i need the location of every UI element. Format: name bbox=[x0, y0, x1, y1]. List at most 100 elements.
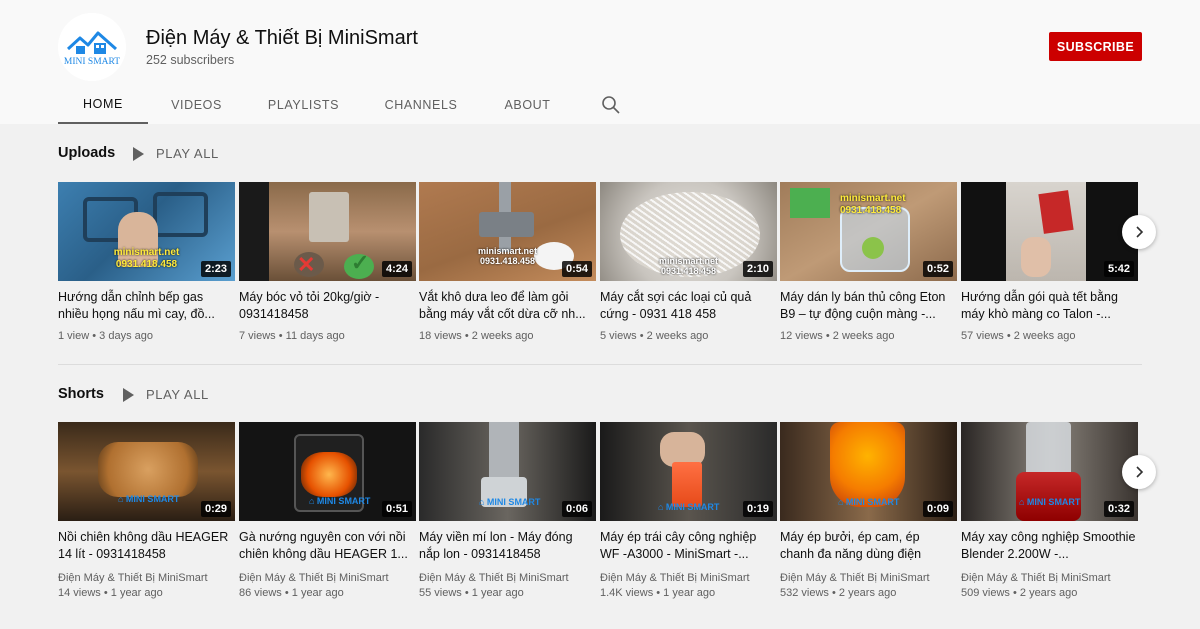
shorts-title: Shorts bbox=[58, 386, 104, 402]
tab-playlists[interactable]: PLAYLISTS bbox=[245, 86, 362, 124]
play-icon bbox=[123, 387, 134, 402]
video-thumbnail[interactable]: ⌂ MINI SMART 0:09 bbox=[780, 422, 957, 521]
video-thumbnail[interactable]: minismart.net 0931.418.458 2:10 bbox=[600, 182, 777, 281]
short-card[interactable]: ⌂ MINI SMART 0:06 Máy viền mí lon - Máy … bbox=[419, 422, 596, 601]
video-card[interactable]: 5:42 Hướng dẫn gói quà tết bằng máy khò … bbox=[961, 182, 1138, 344]
tab-home[interactable]: HOME bbox=[58, 86, 148, 124]
short-card[interactable]: ⌂ MINI SMART 0:32 Máy xay công nghiệp Sm… bbox=[961, 422, 1138, 601]
watermark-site: minismart.net bbox=[840, 193, 906, 204]
video-views: 1.4K views bbox=[600, 587, 654, 599]
video-card[interactable]: minismart.net 0931.418.458 2:10 Máy cắt … bbox=[600, 182, 777, 344]
video-duration: 4:24 bbox=[381, 261, 412, 277]
uploads-play-all[interactable]: PLAY ALL bbox=[133, 146, 219, 161]
video-card[interactable]: minismart.net 0931.418.458 0:54 Vắt khô … bbox=[419, 182, 596, 344]
logo-text: MINI SMART bbox=[64, 57, 120, 67]
video-views: 1 view bbox=[58, 330, 90, 342]
video-duration: 2:10 bbox=[742, 261, 773, 277]
video-meta: 12 views • 2 weeks ago bbox=[780, 330, 895, 342]
video-title[interactable]: Máy ép trái cây công nghiệp WF -A3000 - … bbox=[600, 529, 777, 563]
video-title[interactable]: Hướng dẫn gói quà tết bằng máy khò màng … bbox=[961, 289, 1138, 323]
video-age: 1 year ago bbox=[291, 587, 344, 599]
video-thumbnail[interactable]: ⌂ MINI SMART 0:29 bbox=[58, 422, 235, 521]
channel-name: Điện Máy & Thiết Bị MiniSmart bbox=[146, 27, 418, 49]
video-channel[interactable]: Điện Máy & Thiết Bị MiniSmart bbox=[600, 571, 777, 586]
video-title[interactable]: Máy viền mí lon - Máy đóng nắp lon - 093… bbox=[419, 529, 596, 563]
video-title[interactable]: Nồi chiên không dầu HEAGER 14 lít - 0931… bbox=[58, 529, 235, 563]
video-duration: 0:06 bbox=[561, 501, 592, 517]
video-channel[interactable]: Điện Máy & Thiết Bị MiniSmart bbox=[58, 571, 235, 586]
video-duration: 0:52 bbox=[922, 261, 953, 277]
video-card[interactable]: minismart.net 0931.418.458 2:23 Hướng dẫ… bbox=[58, 182, 235, 344]
video-views: 5 views bbox=[600, 330, 637, 342]
video-meta: 509 views • 2 years ago bbox=[961, 587, 1078, 599]
chevron-right-icon bbox=[1136, 226, 1144, 238]
video-title[interactable]: Máy dán ly bán thủ công Eton B9 – tự độn… bbox=[780, 289, 957, 323]
channel-header: MINI SMART Điện Máy & Thiết Bị MiniSmart… bbox=[0, 0, 1200, 124]
video-card[interactable]: ✕ ✓ 4:24 Máy bóc vỏ tỏi 20kg/giờ - 09314… bbox=[239, 182, 416, 344]
chevron-right-icon bbox=[1136, 466, 1144, 478]
uploads-next-button[interactable] bbox=[1122, 215, 1156, 249]
video-meta: 18 views • 2 weeks ago bbox=[419, 330, 534, 342]
video-views: 509 views bbox=[961, 587, 1010, 599]
video-duration: 0:51 bbox=[381, 501, 412, 517]
video-title[interactable]: Máy bóc vỏ tỏi 20kg/giờ - 0931418458 bbox=[239, 289, 416, 323]
play-all-label: PLAY ALL bbox=[146, 387, 209, 402]
video-thumbnail[interactable]: minismart.net 0931.418.458 0:54 bbox=[419, 182, 596, 281]
video-duration: 0:29 bbox=[200, 501, 231, 517]
video-channel[interactable]: Điện Máy & Thiết Bị MiniSmart bbox=[780, 571, 957, 586]
watermark-phone: 0931.418.458 bbox=[840, 205, 902, 216]
video-thumbnail[interactable]: ⌂ MINI SMART 0:19 bbox=[600, 422, 777, 521]
video-views: 18 views bbox=[419, 330, 462, 342]
video-meta: 14 views • 1 year ago bbox=[58, 587, 163, 599]
video-age: 2 weeks ago bbox=[471, 330, 534, 342]
short-card[interactable]: ⌂ MINI SMART 0:51 Gà nướng nguyên con vớ… bbox=[239, 422, 416, 601]
shorts-play-all[interactable]: PLAY ALL bbox=[123, 387, 209, 402]
video-thumbnail[interactable]: minismart.net 0931.418.458 0:52 bbox=[780, 182, 957, 281]
search-icon[interactable] bbox=[601, 95, 621, 115]
video-meta: 55 views • 1 year ago bbox=[419, 587, 524, 599]
video-meta: 1 view • 3 days ago bbox=[58, 330, 153, 342]
video-title[interactable]: Hướng dẫn chỉnh bếp gas nhiều họng nấu m… bbox=[58, 289, 235, 323]
video-views: 14 views bbox=[58, 587, 101, 599]
video-duration: 5:42 bbox=[1103, 261, 1134, 277]
video-channel[interactable]: Điện Máy & Thiết Bị MiniSmart bbox=[961, 571, 1138, 586]
video-title[interactable]: Máy cắt sợi các loại củ quả cứng - 0931 … bbox=[600, 289, 777, 323]
short-card[interactable]: ⌂ MINI SMART 0:29 Nồi chiên không dầu HE… bbox=[58, 422, 235, 601]
video-age: 2 weeks ago bbox=[1013, 330, 1076, 342]
video-thumbnail[interactable]: minismart.net 0931.418.458 2:23 bbox=[58, 182, 235, 281]
short-card[interactable]: ⌂ MINI SMART 0:09 Máy ép bưởi, ép cam, é… bbox=[780, 422, 957, 601]
video-age: 2 weeks ago bbox=[832, 330, 895, 342]
video-thumbnail[interactable]: ✕ ✓ 4:24 bbox=[239, 182, 416, 281]
video-title[interactable]: Vắt khô dưa leo để làm gỏi bằng máy vắt … bbox=[419, 289, 596, 323]
minismart-logo: MINI SMART bbox=[58, 13, 126, 81]
video-title[interactable]: Máy xay công nghiệp Smoothie Blender 2.2… bbox=[961, 529, 1138, 563]
section-divider bbox=[58, 364, 1142, 365]
video-card[interactable]: minismart.net 0931.418.458 0:52 Máy dán … bbox=[780, 182, 957, 344]
video-age: 2 years ago bbox=[838, 587, 897, 599]
video-thumbnail[interactable]: ⌂ MINI SMART 0:51 bbox=[239, 422, 416, 521]
video-age: 2 weeks ago bbox=[646, 330, 709, 342]
video-channel[interactable]: Điện Máy & Thiết Bị MiniSmart bbox=[419, 571, 596, 586]
tab-about[interactable]: ABOUT bbox=[480, 86, 575, 124]
short-card[interactable]: ⌂ MINI SMART 0:19 Máy ép trái cây công n… bbox=[600, 422, 777, 601]
subscribe-button[interactable]: SUBSCRIBE bbox=[1049, 32, 1142, 61]
video-meta: 7 views • 11 days ago bbox=[239, 330, 345, 342]
video-thumbnail[interactable]: 5:42 bbox=[961, 182, 1138, 281]
shorts-next-button[interactable] bbox=[1122, 455, 1156, 489]
video-duration: 0:19 bbox=[742, 501, 773, 517]
video-title[interactable]: Máy ép bưởi, ép cam, ép chanh đa năng dù… bbox=[780, 529, 957, 563]
play-icon bbox=[133, 146, 144, 161]
video-views: 55 views bbox=[419, 587, 462, 599]
channel-avatar[interactable]: MINI SMART bbox=[58, 13, 126, 81]
video-views: 532 views bbox=[780, 587, 829, 599]
video-thumbnail[interactable]: ⌂ MINI SMART 0:06 bbox=[419, 422, 596, 521]
video-duration: 0:09 bbox=[922, 501, 953, 517]
video-title[interactable]: Gà nướng nguyên con với nồi chiên không … bbox=[239, 529, 416, 563]
tab-videos[interactable]: VIDEOS bbox=[148, 86, 245, 124]
video-meta: 57 views • 2 weeks ago bbox=[961, 330, 1076, 342]
tab-channels[interactable]: CHANNELS bbox=[362, 86, 480, 124]
video-duration: 0:32 bbox=[1103, 501, 1134, 517]
video-channel[interactable]: Điện Máy & Thiết Bị MiniSmart bbox=[239, 571, 416, 586]
video-thumbnail[interactable]: ⌂ MINI SMART 0:32 bbox=[961, 422, 1138, 521]
subscriber-count: 252 subscribers bbox=[146, 53, 235, 67]
